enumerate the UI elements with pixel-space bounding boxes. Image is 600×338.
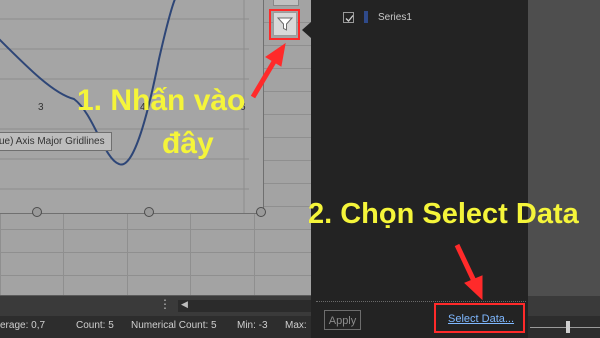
arrow-to-select-data: [454, 243, 483, 301]
annotation-arrows: [250, 42, 483, 301]
arrow-to-filter: [250, 42, 286, 99]
